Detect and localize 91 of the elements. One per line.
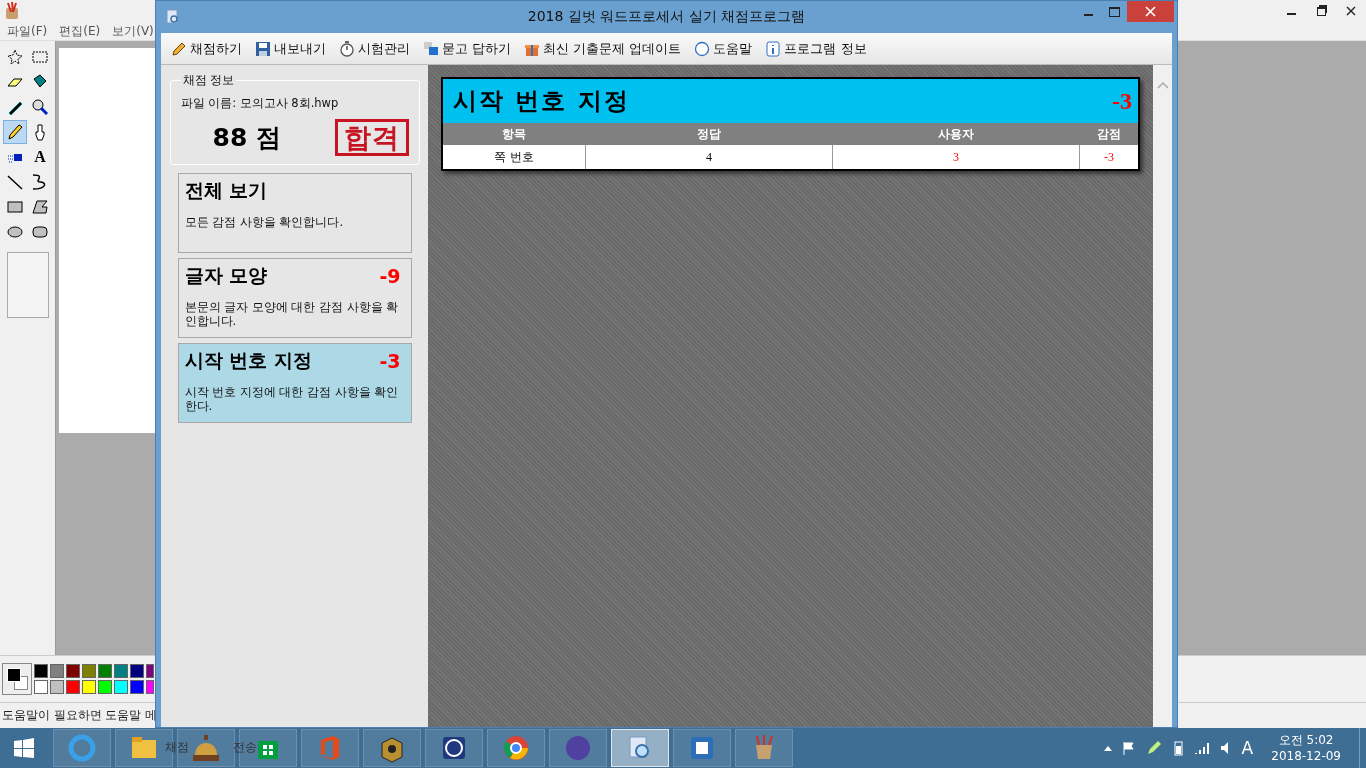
toolbar-button[interactable]: 최신 기출문제 업데이트: [524, 36, 682, 61]
detail-title: 시작 번호 지정: [453, 86, 630, 117]
color-swatch[interactable]: [114, 680, 128, 694]
pencil-icon: [171, 40, 187, 57]
color-swatch[interactable]: [146, 664, 154, 678]
color-swatch[interactable]: [114, 664, 128, 678]
column-header: 사용자: [832, 123, 1080, 145]
category-description: 본문의 글자 모양에 대한 감점 사항을 확인합니다.: [184, 301, 400, 329]
info-icon: [765, 40, 782, 57]
pencil-icon: [6, 123, 24, 141]
tool-button[interactable]: A: [28, 145, 52, 169]
preview-label: 채점: [165, 739, 189, 756]
color-swatch[interactable]: [50, 680, 64, 694]
color-swatch[interactable]: [34, 664, 48, 678]
signal-icon[interactable]: [1193, 742, 1210, 754]
chevron-up-icon: [1156, 81, 1169, 89]
clock-date[interactable]: 2018-12-09: [1271, 748, 1341, 764]
windows-logo-icon: [13, 738, 34, 758]
toolbar-button[interactable]: 묻고 답하기: [423, 36, 512, 61]
taskbar-app[interactable]: [363, 729, 421, 767]
category-description: 모든 감점 사항을 확인합니다.: [184, 216, 345, 230]
vertical-scrollbar[interactable]: [1153, 65, 1172, 727]
table-cell: 4: [585, 145, 833, 169]
magnifier-icon: [31, 98, 49, 116]
color-swatch[interactable]: [146, 680, 154, 694]
menu-item[interactable]: 편집(E): [59, 22, 101, 40]
category-card[interactable]: 글자 모양 -9 본문의 글자 모양에 대한 감점 사항을 확인합니다.: [177, 258, 412, 339]
category-description: 시작 번호 지정에 대한 감점 사항을 확인한다.: [184, 386, 400, 414]
color-swatch[interactable]: [82, 680, 96, 694]
colored-ball-icon: [501, 733, 531, 763]
preview-label: 전송: [233, 739, 257, 756]
deduction-points: -3: [379, 350, 401, 373]
column-header: 항목: [443, 123, 586, 145]
sphere-icon: [563, 733, 593, 763]
status-text: 도움말이 필요하면 도움말 메: [2, 708, 157, 723]
toolbar-button[interactable]: 시험관리: [339, 36, 410, 61]
rect-select-icon: [31, 48, 49, 66]
category-card[interactable]: 시작 번호 지정 -3 시작 번호 지정에 대한 감점 사항을 확인한다.: [177, 343, 412, 424]
document-magnifier-icon: [166, 9, 180, 25]
color-swatch[interactable]: [66, 664, 80, 678]
bell-icon: [191, 733, 221, 763]
ellipse-icon: [6, 223, 24, 241]
close-icon: [1346, 6, 1356, 16]
taskbar-app[interactable]: [425, 729, 483, 767]
deduction-points: -3: [1112, 87, 1132, 115]
file-name: 파일 이름: 모의고사 8회.hwp: [180, 96, 340, 111]
toolbar-button[interactable]: 도움말: [694, 36, 753, 61]
group-title: 채점 정보: [181, 73, 236, 88]
line-icon: [6, 173, 24, 191]
color-swatch[interactable]: [34, 680, 48, 694]
menu-item[interactable]: 파일(F): [7, 22, 48, 40]
toolbar-button[interactable]: 채점하기: [171, 36, 242, 61]
battery-icon[interactable]: [1171, 740, 1184, 756]
taskbar-app[interactable]: [673, 729, 731, 767]
input-mode-indicator[interactable]: A: [1241, 738, 1254, 758]
pen-icon[interactable]: [1145, 740, 1162, 756]
clock-time[interactable]: 오전 5:02: [1278, 732, 1334, 748]
toolbar-button[interactable]: 내보내기: [255, 36, 326, 61]
color-swatch[interactable]: [98, 680, 112, 694]
show-hidden-icons-icon[interactable]: [1103, 745, 1112, 751]
category-title: 시작 번호 지정: [184, 348, 312, 374]
toolbar-button[interactable]: 프로그램 정보: [765, 36, 867, 61]
category-card[interactable]: 전체 보기 모든 감점 사항을 확인합니다.: [177, 173, 412, 254]
color-swatch[interactable]: [130, 664, 144, 678]
table-cell: 3: [832, 145, 1080, 169]
color-swatch[interactable]: [130, 680, 144, 694]
color-swatch[interactable]: [82, 664, 96, 678]
pass-stamp: 합격: [334, 119, 409, 157]
table-cell: -3: [1079, 145, 1138, 169]
color-swatch[interactable]: [66, 680, 80, 694]
menu-item[interactable]: 보기(V): [112, 22, 154, 40]
tool-button[interactable]: [3, 120, 27, 144]
score-text: 88 점: [212, 122, 281, 154]
table-cell: 쪽 번호: [443, 145, 586, 169]
stopwatch-icon: [339, 40, 355, 57]
column-header: 감점: [1079, 123, 1138, 145]
current-colors-swatch[interactable]: [2, 663, 32, 695]
color-swatch[interactable]: [50, 664, 64, 678]
category-title: 전체 보기: [184, 178, 268, 204]
close-icon: [1145, 6, 1156, 17]
flag-icon[interactable]: [1121, 741, 1136, 755]
column-header: 정답: [585, 123, 833, 145]
polygon-icon: [31, 198, 49, 216]
window-title: 2018 길벗 워드프로세서 실기 채점프로그램: [527, 8, 806, 26]
color-swatch[interactable]: [98, 664, 112, 678]
category-title: 글자 모양: [184, 263, 268, 289]
rectangle-icon: [6, 198, 24, 216]
deduction-points: -9: [379, 265, 401, 288]
paint-logo-icon: [4, 2, 20, 20]
tool-options-panel: [7, 252, 49, 318]
free-select-icon: [6, 48, 24, 66]
